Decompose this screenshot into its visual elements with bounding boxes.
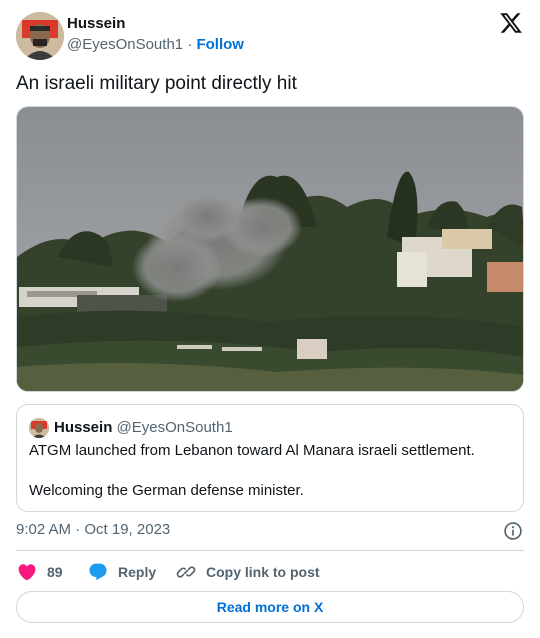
author-handle[interactable]: @EyesOnSouth1 (67, 36, 183, 53)
heart-icon (18, 564, 36, 581)
photo-icon (17, 107, 523, 391)
like-button[interactable]: 89 (17, 561, 63, 583)
quoted-text-line-1: ATGM launched from Lebanon toward Al Man… (29, 442, 475, 459)
reply-bubble-icon (89, 563, 107, 581)
author-name[interactable]: Hussein (67, 15, 125, 32)
like-count: 89 (47, 564, 63, 580)
quoted-author-name: Hussein (54, 419, 113, 436)
x-logo-icon[interactable] (499, 11, 523, 35)
avatar-image (16, 12, 64, 60)
post-timestamp[interactable]: 9:02 AM · Oct 19, 2023 (16, 521, 170, 538)
quoted-avatar (29, 418, 49, 438)
read-more-label: Read more on X (216, 599, 324, 615)
copy-link-button[interactable]: Copy link to post (176, 561, 320, 583)
post-photo[interactable] (16, 106, 524, 392)
follow-button[interactable]: Follow (196, 36, 244, 53)
divider (16, 550, 524, 551)
reply-button[interactable]: Reply (88, 561, 156, 583)
avatar[interactable] (16, 12, 64, 60)
link-icon (176, 566, 196, 578)
read-more-button[interactable]: Read more on X (16, 591, 524, 623)
separator-dot: · (187, 36, 193, 53)
quoted-post[interactable]: Hussein @EyesOnSouth1 ATGM launched from… (16, 404, 524, 512)
reply-label: Reply (118, 564, 157, 580)
copy-link-label: Copy link to post (206, 564, 320, 580)
author-meta: @EyesOnSouth1 · Follow (67, 36, 244, 53)
quoted-author-handle: @EyesOnSouth1 (116, 419, 233, 436)
info-icon[interactable] (503, 521, 523, 541)
quoted-avatar-image (29, 418, 49, 438)
quoted-header: Hussein @EyesOnSouth1 (54, 419, 233, 436)
quoted-text-line-2: Welcoming the German defense minister. (29, 482, 304, 499)
post-text: An israeli military point directly hit (16, 73, 297, 94)
embedded-post: Hussein @EyesOnSouth1 · Follow An israel… (0, 0, 540, 638)
